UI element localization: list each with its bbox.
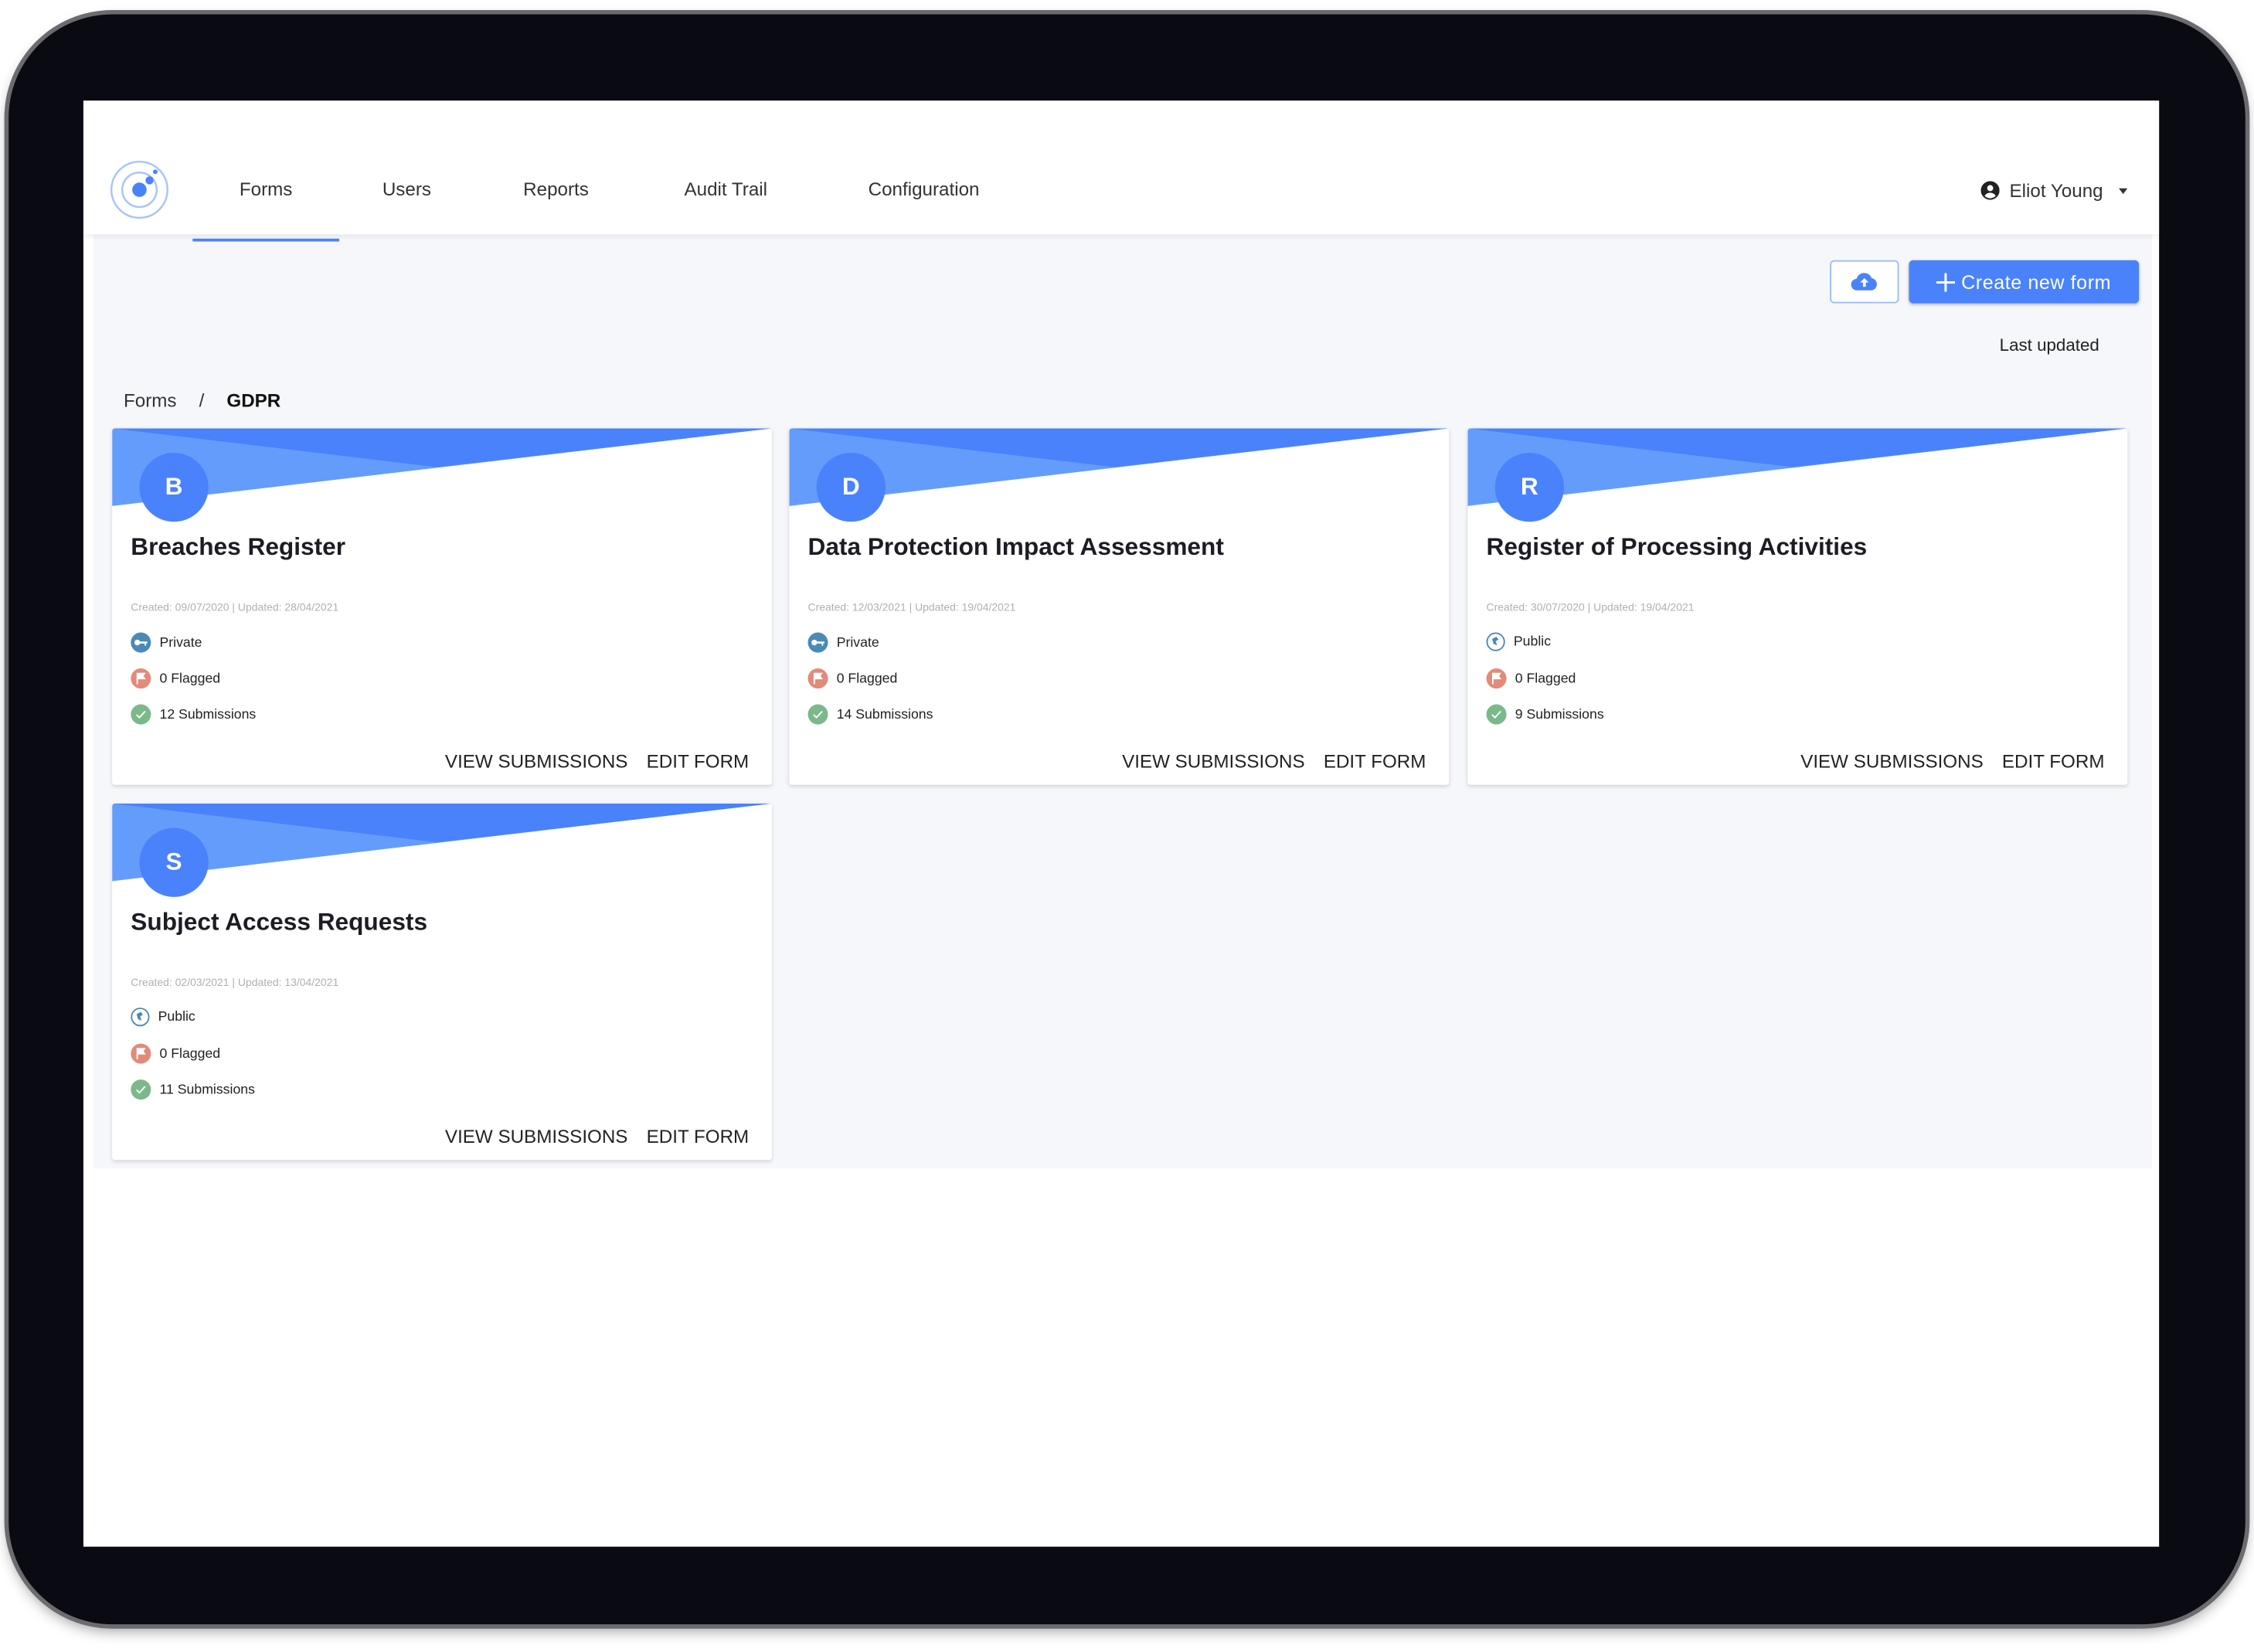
card-header-banner	[789, 428, 1450, 506]
breadcrumb-separator: /	[199, 389, 205, 412]
view-submissions-button[interactable]: VIEW SUBMISSIONS	[445, 1126, 628, 1147]
edit-form-button[interactable]: EDIT FORM	[647, 750, 750, 772]
card-actions: VIEW SUBMISSIONS EDIT FORM	[1122, 750, 1426, 772]
key-icon	[807, 632, 828, 653]
edit-form-button[interactable]: EDIT FORM	[647, 1126, 750, 1147]
flagged-row: 0 Flagged	[1486, 668, 1576, 689]
app-logo[interactable]	[109, 159, 169, 219]
plus-icon	[1936, 272, 1956, 291]
flagged-count: 0 Flagged	[1515, 670, 1576, 687]
form-avatar: B	[139, 452, 209, 522]
card-header-banner	[1467, 428, 2128, 506]
form-title: Register of Processing Activities	[1486, 533, 1868, 561]
form-initial: B	[165, 473, 183, 501]
edit-form-button[interactable]: EDIT FORM	[2002, 750, 2105, 772]
key-icon	[131, 632, 151, 653]
form-dates: Created: 09/07/2020 | Updated: 28/04/202…	[131, 600, 339, 614]
globe-icon	[131, 1008, 150, 1027]
visibility-label: Public	[158, 1008, 195, 1025]
check-circle-icon	[807, 704, 828, 725]
user-menu[interactable]: Eliot Young	[1980, 179, 2133, 202]
form-title: Subject Access Requests	[131, 908, 428, 936]
caret-down-icon	[2119, 187, 2128, 194]
visibility-row: Private	[131, 632, 202, 653]
submissions-count: 9 Submissions	[1515, 706, 1604, 722]
visibility-row: Public	[1486, 632, 1552, 651]
submissions-count: 11 Submissions	[159, 1081, 255, 1098]
upload-button[interactable]	[1830, 260, 1899, 304]
tab-configuration[interactable]: Configuration	[869, 178, 980, 239]
card-actions: VIEW SUBMISSIONS EDIT FORM	[1800, 750, 2104, 772]
card-actions: VIEW SUBMISSIONS EDIT FORM	[445, 750, 749, 772]
submissions-row: 9 Submissions	[1486, 704, 1604, 725]
visibility-row: Private	[807, 632, 879, 653]
breadcrumb-current: GDPR	[226, 389, 281, 412]
flag-icon	[131, 1043, 151, 1064]
view-submissions-button[interactable]: VIEW SUBMISSIONS	[1122, 750, 1305, 772]
card-header-banner	[112, 428, 772, 506]
flagged-count: 0 Flagged	[159, 1045, 221, 1062]
form-initial: D	[841, 473, 860, 501]
flagged-count: 0 Flagged	[836, 670, 898, 687]
tab-forms[interactable]: Forms	[192, 178, 340, 242]
form-initial: S	[165, 848, 182, 875]
form-dates: Created: 30/07/2020 | Updated: 19/04/202…	[1486, 600, 1695, 614]
card-header-banner	[112, 803, 772, 882]
visibility-label: Private	[836, 634, 879, 651]
submissions-row: 14 Submissions	[807, 704, 933, 725]
flagged-row: 0 Flagged	[131, 1043, 221, 1064]
flagged-row: 0 Flagged	[131, 668, 221, 689]
submissions-count: 14 Submissions	[836, 706, 933, 722]
check-circle-icon	[1486, 704, 1507, 725]
app-screen: Forms Users Reports Audit Trail Configur…	[83, 100, 2160, 1547]
top-nav: Forms Users Reports Audit Trail Configur…	[83, 100, 2160, 242]
form-title: Breaches Register	[131, 533, 346, 561]
breadcrumb-forms[interactable]: Forms	[124, 389, 177, 411]
form-dates: Created: 02/03/2021 | Updated: 13/04/202…	[131, 976, 339, 989]
view-submissions-button[interactable]: VIEW SUBMISSIONS	[1800, 750, 1984, 772]
view-submissions-button[interactable]: VIEW SUBMISSIONS	[445, 750, 628, 772]
card-actions: VIEW SUBMISSIONS EDIT FORM	[445, 1126, 749, 1147]
visibility-row: Public	[131, 1008, 195, 1027]
form-avatar: S	[139, 828, 209, 897]
form-card: R Register of Processing Activities Crea…	[1467, 428, 2128, 785]
tab-reports[interactable]: Reports	[523, 178, 589, 239]
visibility-label: Private	[159, 634, 202, 651]
form-card: D Data Protection Impact Assessment Crea…	[789, 428, 1450, 785]
check-circle-icon	[131, 704, 151, 725]
submissions-count: 12 Submissions	[159, 706, 257, 722]
flagged-count: 0 Flagged	[159, 670, 221, 687]
sort-last-updated[interactable]: Last updated	[2000, 335, 2099, 355]
create-new-form-button[interactable]: Create new form	[1909, 260, 2140, 304]
flag-icon	[1486, 668, 1507, 689]
tab-users[interactable]: Users	[382, 178, 431, 239]
visibility-label: Public	[1513, 634, 1552, 650]
form-card: S Subject Access Requests Created: 02/03…	[112, 803, 772, 1161]
check-circle-icon	[131, 1079, 151, 1100]
user-circle-icon	[1980, 181, 2000, 200]
flag-icon	[131, 668, 151, 689]
create-new-form-label: Create new form	[1961, 270, 2112, 293]
cloud-upload-icon	[1851, 273, 1877, 291]
form-avatar: R	[1494, 452, 1565, 522]
form-card: B Breaches Register Created: 09/07/2020 …	[112, 428, 772, 785]
form-dates: Created: 12/03/2021 | Updated: 19/04/202…	[807, 600, 1016, 614]
tab-audit-trail[interactable]: Audit Trail	[685, 178, 768, 239]
globe-icon	[1486, 632, 1505, 651]
form-initial: R	[1520, 473, 1538, 501]
form-title: Data Protection Impact Assessment	[807, 533, 1224, 561]
flag-icon	[807, 668, 828, 689]
breadcrumb: Forms / GDPR	[124, 389, 280, 411]
user-name: Eliot Young	[2009, 179, 2103, 202]
submissions-row: 12 Submissions	[131, 704, 257, 725]
edit-form-button[interactable]: EDIT FORM	[1324, 750, 1426, 772]
submissions-row: 11 Submissions	[131, 1079, 255, 1100]
flagged-row: 0 Flagged	[807, 668, 898, 689]
form-avatar: D	[816, 452, 886, 522]
